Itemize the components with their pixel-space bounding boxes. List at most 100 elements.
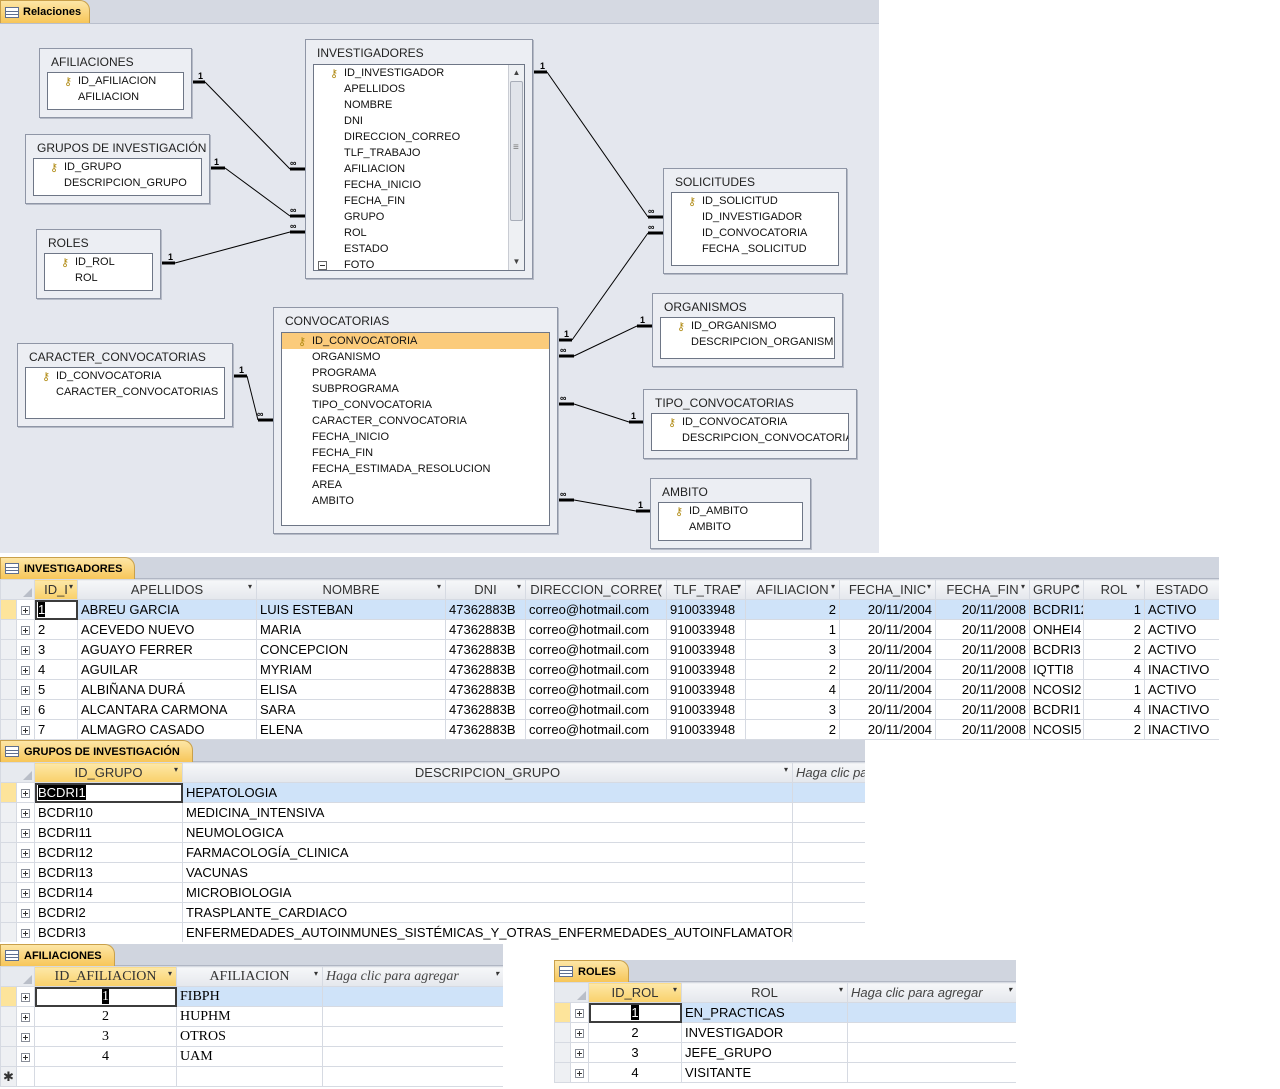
roles-tab[interactable]: ROLES	[554, 960, 629, 982]
field-item[interactable]: CARACTER_CONVOCATORIAS	[26, 384, 224, 400]
table-box-solicitudes[interactable]: SOLICITUDES ⚷ ID_SOLICITUD ID_INVESTIGADO…	[663, 168, 847, 274]
cell[interactable]: FARMACOLOGÍA_CLINICA	[182, 842, 793, 863]
table-row[interactable]: BCDRI1 HEPATOLOGIA	[0, 782, 865, 803]
field-item[interactable]: TLF_TRABAJO	[314, 145, 524, 161]
expand-cell[interactable]	[16, 842, 35, 863]
cell[interactable]: 20/11/2008	[935, 599, 1030, 620]
cell[interactable]	[792, 882, 865, 903]
table-row[interactable]: 1 ABREU GARCIA LUIS ESTEBAN 47362883B co…	[0, 599, 1219, 620]
cell[interactable]	[847, 1062, 1016, 1083]
expand-cell[interactable]	[16, 619, 35, 640]
cell[interactable]: 20/11/2004	[839, 659, 936, 680]
cell[interactable]: MYRIAM	[256, 659, 446, 680]
table-box-ambito[interactable]: AMBITO ⚷ ID_AMBITO AMBITO	[650, 478, 811, 549]
cell[interactable]: 5	[34, 679, 78, 700]
column-header[interactable]: FECHA_INIC ▾	[839, 579, 936, 600]
cell[interactable]: 2	[1083, 639, 1145, 660]
field-item[interactable]: ESTADO	[314, 241, 524, 257]
table-row[interactable]: 5 ALBIÑANA DURÁ ELISA 47362883B correo@h…	[0, 679, 1219, 700]
add-column-header[interactable]: Haga clic para agregar ▾	[847, 982, 1016, 1003]
cell[interactable]: 2	[1083, 719, 1145, 740]
cell[interactable]: TRASPLANTE_CARDIACO	[182, 902, 793, 923]
cell[interactable]: MARIA	[256, 619, 446, 640]
cell[interactable]: 1	[1083, 599, 1145, 620]
expand-cell[interactable]	[16, 802, 35, 823]
column-header[interactable]: AFILIACION ▾	[176, 966, 323, 987]
table-row[interactable]: 2 HUPHM	[0, 1006, 503, 1027]
field-item[interactable]: GRUPO	[314, 209, 524, 225]
cell[interactable]: VISITANTE	[681, 1062, 848, 1083]
cell[interactable]: BCDRI10	[34, 802, 183, 823]
cell[interactable]: 20/11/2004	[839, 619, 936, 640]
table-row[interactable]: BCDRI3 ENFERMEDADES_AUTOINMUNES_SISTÉMIC…	[0, 922, 865, 942]
cell[interactable]: ACTIVO	[1144, 619, 1219, 640]
expand-cell[interactable]	[16, 822, 35, 843]
cell[interactable]: AGUAYO FERRER	[77, 639, 257, 660]
field-item[interactable]: ⚷ ID_CONVOCATORIA	[652, 414, 848, 430]
cell[interactable]: 6	[34, 699, 78, 720]
cell[interactable]: 910033948	[666, 719, 746, 740]
row-selector[interactable]	[0, 882, 17, 903]
cell[interactable]: correo@hotmail.com	[525, 639, 667, 660]
select-all-corner[interactable]	[554, 982, 589, 1003]
cell[interactable]: NEUMOLOGICA	[182, 822, 793, 843]
row-selector[interactable]	[0, 802, 17, 823]
field-item[interactable]: DESCRIPCION_ORGANISMO	[661, 334, 834, 350]
expand-cell[interactable]	[16, 986, 35, 1007]
cell[interactable]: 4	[34, 1046, 177, 1067]
cell[interactable]: 2	[34, 1006, 177, 1027]
cell[interactable]: 910033948	[666, 599, 746, 620]
field-item[interactable]: AMBITO	[659, 519, 802, 535]
field-item[interactable]: ⚷ ID_CONVOCATORIA	[282, 333, 549, 349]
cell[interactable]: ENFERMEDADES_AUTOINMUNES_SISTÉMICAS_Y_OT…	[182, 922, 793, 942]
cell[interactable]: ONHEI4	[1029, 619, 1084, 640]
column-header[interactable]: GRUPC ▾	[1029, 579, 1084, 600]
cell[interactable]: NCOSI2	[1029, 679, 1084, 700]
expand-cell[interactable]	[16, 699, 35, 720]
field-item[interactable]: FOTO	[314, 257, 524, 270]
cell[interactable]: 20/11/2008	[935, 659, 1030, 680]
cell[interactable]: 47362883B	[445, 599, 526, 620]
expand-cell[interactable]	[570, 1022, 589, 1043]
table-row[interactable]: 7 ALMAGRO CASADO ELENA 47362883B correo@…	[0, 719, 1219, 740]
cell[interactable]: correo@hotmail.com	[525, 699, 667, 720]
field-item[interactable]: AMBITO	[282, 493, 549, 509]
expand-cell[interactable]	[16, 782, 35, 803]
cell[interactable]: 4	[34, 659, 78, 680]
row-selector[interactable]	[0, 902, 17, 923]
expand-cell[interactable]	[16, 639, 35, 660]
expand-cell[interactable]	[16, 882, 35, 903]
cell[interactable]: 47362883B	[445, 659, 526, 680]
field-item[interactable]: ⚷ ID_AMBITO	[659, 503, 802, 519]
field-item[interactable]: AFILIACION	[48, 89, 183, 105]
field-list-scrollbar[interactable]: ▲ ▼	[508, 65, 524, 270]
investigadores-tab[interactable]: INVESTIGADORES	[0, 557, 136, 579]
row-selector[interactable]	[0, 986, 17, 1007]
field-item[interactable]: DNI	[314, 113, 524, 129]
cell[interactable]: ACEVEDO NUEVO	[77, 619, 257, 640]
cell[interactable]: 4	[588, 1062, 682, 1083]
cell[interactable]: 20/11/2008	[935, 639, 1030, 660]
table-box-tipo-convocatorias[interactable]: TIPO_CONVOCATORIAS ⚷ ID_CONVOCATORIA DESC…	[643, 389, 857, 459]
cell[interactable]: 2	[745, 659, 840, 680]
cell[interactable]: 4	[1083, 699, 1145, 720]
cell[interactable]: INVESTIGADOR	[681, 1022, 848, 1043]
row-selector[interactable]	[0, 1026, 17, 1047]
cell[interactable]: NCOSI5	[1029, 719, 1084, 740]
cell[interactable]: JEFE_GRUPO	[681, 1042, 848, 1063]
field-item[interactable]: APELLIDOS	[314, 81, 524, 97]
field-item[interactable]: FECHA _SOLICITUD	[672, 241, 838, 257]
cell[interactable]: MEDICINA_INTENSIVA	[182, 802, 793, 823]
cell[interactable]: 910033948	[666, 699, 746, 720]
column-header[interactable]: ID_I ▾	[34, 579, 78, 600]
row-selector[interactable]	[0, 782, 17, 803]
afiliaciones-tab[interactable]: AFILIACIONES	[0, 944, 115, 966]
cell[interactable]: 20/11/2004	[839, 639, 936, 660]
table-box-afiliaciones[interactable]: AFILIACIONES ⚷ ID_AFILIACION AFILIACION	[39, 48, 192, 118]
table-row[interactable]: BCDRI10 MEDICINA_INTENSIVA	[0, 802, 865, 823]
cell[interactable]: VACUNAS	[182, 862, 793, 883]
field-item[interactable]: ⚷ ID_GRUPO	[34, 159, 201, 175]
table-row[interactable]: 1 FIBPH	[0, 986, 503, 1007]
expand-cell[interactable]	[16, 1006, 35, 1027]
table-box-investigadores[interactable]: INVESTIGADORES ⚷ ID_INVESTIGADOR APELLIDO…	[305, 39, 533, 279]
